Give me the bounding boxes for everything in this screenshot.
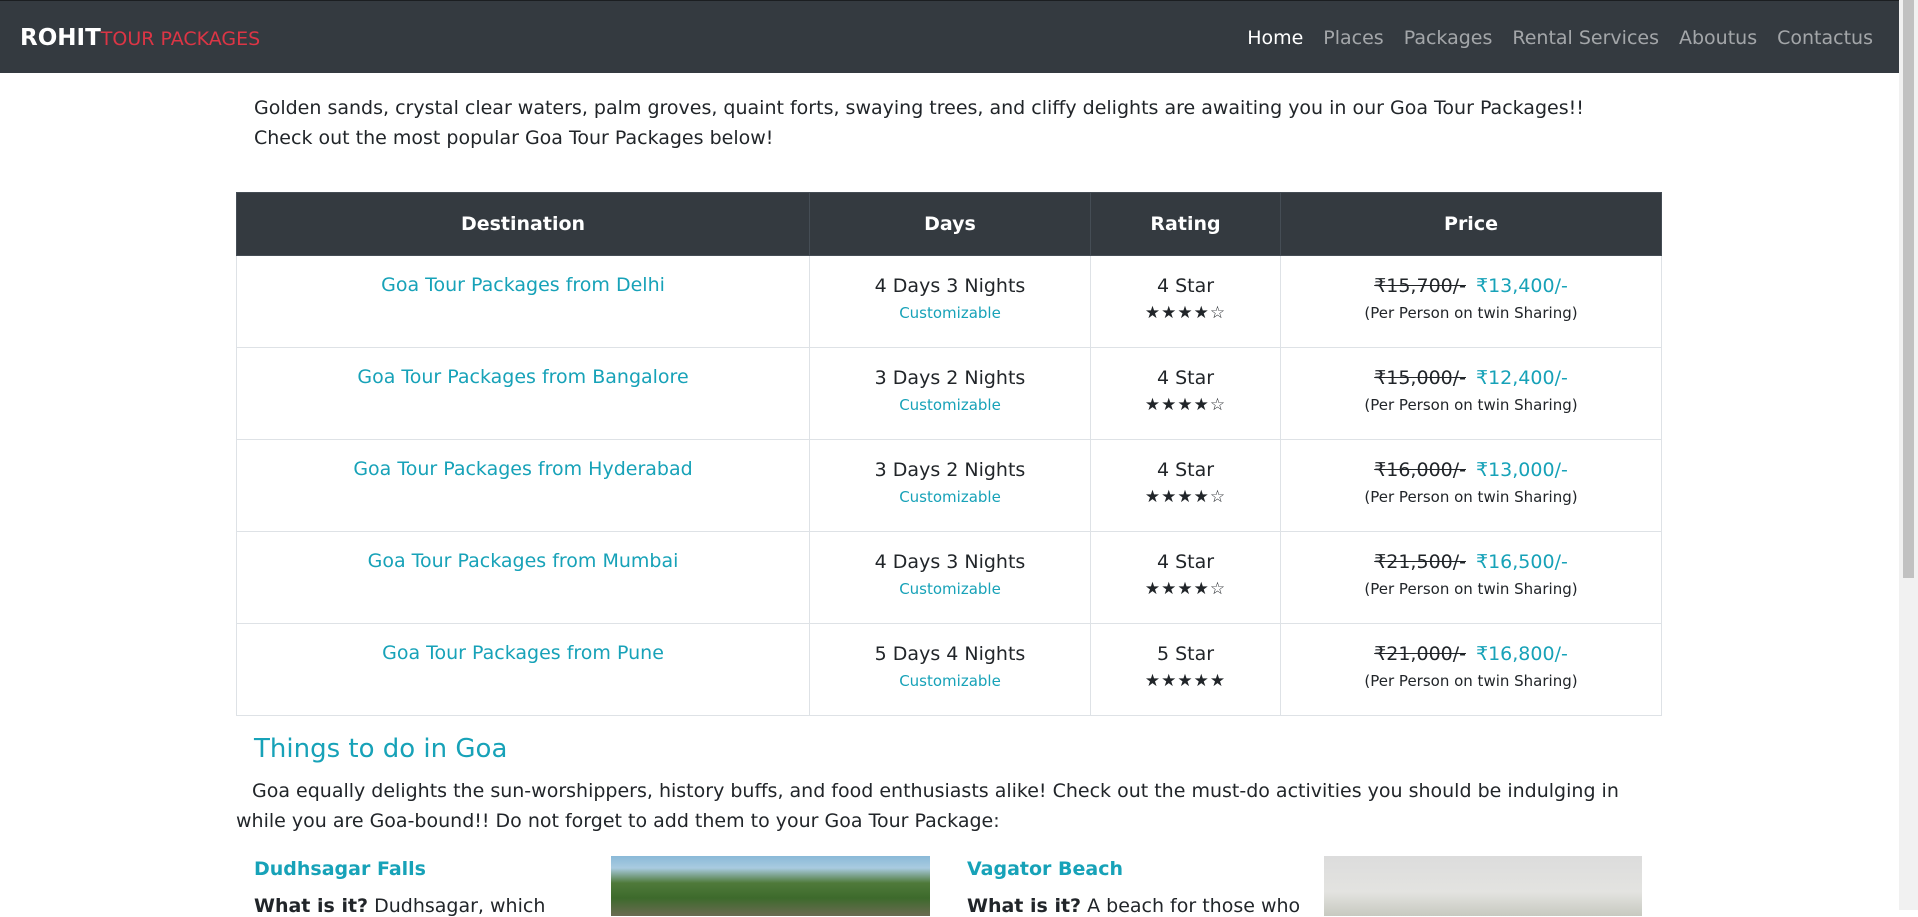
price-note: (Per Person on twin Sharing) <box>1364 396 1578 414</box>
price-cell: ₹21,500/- ₹16,500/- (Per Person on twin Sh… <box>1280 531 1662 624</box>
days-text: 4 Days 3 Nights <box>874 275 1026 297</box>
destination-link[interactable]: Goa Tour Packages from Pune <box>382 642 664 664</box>
rating-text: 4 Star <box>1156 551 1215 573</box>
table-row: Goa Tour Packages from Hyderabad 3 Days … <box>236 439 1662 532</box>
rating-text: 4 Star <box>1156 275 1215 297</box>
table-row: Goa Tour Packages from Pune 5 Days 4 Nig… <box>236 623 1662 716</box>
nav-rental-services[interactable]: Rental Services <box>1512 27 1659 49</box>
table-row: Goa Tour Packages from Mumbai 4 Days 3 N… <box>236 531 1662 624</box>
page-scrollbar[interactable] <box>1899 0 1918 910</box>
new-price: ₹13,000/- <box>1476 459 1568 481</box>
card-title-vagator[interactable]: Vagator Beach <box>967 858 1123 880</box>
card-text-dudhsagar: What is it? Dudhsagar, which <box>254 895 545 917</box>
brand-main: ROHIT <box>20 25 101 51</box>
nav-home[interactable]: Home <box>1247 27 1303 49</box>
table-row: Goa Tour Packages from Bangalore 3 Days … <box>236 347 1662 440</box>
customizable-link[interactable]: Customizable <box>810 671 1090 691</box>
old-price: ₹21,500/- <box>1374 551 1466 573</box>
card-label: What is it? <box>254 895 369 917</box>
section-title: Things to do in Goa <box>254 734 508 764</box>
nav-aboutus[interactable]: Aboutus <box>1679 27 1757 49</box>
card-desc: Dudhsagar, which <box>368 895 546 917</box>
days-cell: 4 Days 3 Nights Customizable <box>809 255 1091 348</box>
destination-cell: Goa Tour Packages from Pune <box>236 623 810 716</box>
nav-packages[interactable]: Packages <box>1404 27 1493 49</box>
nav-places[interactable]: Places <box>1323 27 1383 49</box>
old-price: ₹15,700/- <box>1374 275 1466 297</box>
customizable-link[interactable]: Customizable <box>810 579 1090 599</box>
star-rating-icon: ★★★★☆ <box>1144 303 1227 323</box>
intro-text: Golden sands, crystal clear waters, palm… <box>254 97 1584 149</box>
destination-cell: Goa Tour Packages from Bangalore <box>236 347 810 440</box>
customizable-link[interactable]: Customizable <box>810 487 1090 507</box>
nav-contactus[interactable]: Contactus <box>1777 27 1873 49</box>
price-cell: ₹16,000/- ₹13,000/- (Per Person on twin Sh… <box>1280 439 1662 532</box>
rating-cell: 5 Star ★★★★★ <box>1090 623 1281 716</box>
star-rating-icon: ★★★★★ <box>1144 671 1227 691</box>
old-price: ₹21,000/- <box>1374 643 1466 665</box>
card-desc: A beach for those who <box>1081 895 1301 917</box>
card-title-dudhsagar[interactable]: Dudhsagar Falls <box>254 858 426 880</box>
new-price: ₹12,400/- <box>1476 367 1568 389</box>
star-rating-icon: ★★★★☆ <box>1144 395 1227 415</box>
table-header-row: Destination Days Rating Price <box>236 192 1662 256</box>
brand-sub: TOUR PACKAGES <box>100 28 261 50</box>
days-cell: 5 Days 4 Nights Customizable <box>809 623 1091 716</box>
vagator-beach-image <box>1324 856 1642 916</box>
header-destination: Destination <box>236 192 810 256</box>
price-cell: ₹21,000/- ₹16,800/- (Per Person on twin Sh… <box>1280 623 1662 716</box>
brand-logo[interactable]: ROHITTOUR PACKAGES <box>20 25 260 51</box>
days-cell: 3 Days 2 Nights Customizable <box>809 347 1091 440</box>
nav-menu: Home Places Packages Rental Services Abo… <box>1227 27 1873 49</box>
packages-table: Destination Days Rating Price Goa Tour P… <box>236 192 1662 716</box>
old-price: ₹16,000/- <box>1374 459 1466 481</box>
customizable-link[interactable]: Customizable <box>810 395 1090 415</box>
price-note: (Per Person on twin Sharing) <box>1364 672 1578 690</box>
destination-cell: Goa Tour Packages from Delhi <box>236 255 810 348</box>
days-text: 5 Days 4 Nights <box>874 643 1026 665</box>
destination-link[interactable]: Goa Tour Packages from Bangalore <box>357 366 688 388</box>
rating-cell: 4 Star ★★★★☆ <box>1090 531 1281 624</box>
rating-text: 4 Star <box>1156 367 1215 389</box>
table-row: Goa Tour Packages from Delhi 4 Days 3 Ni… <box>236 255 1662 348</box>
new-price: ₹13,400/- <box>1476 275 1568 297</box>
rating-cell: 4 Star ★★★★☆ <box>1090 255 1281 348</box>
new-price: ₹16,500/- <box>1476 551 1568 573</box>
days-cell: 3 Days 2 Nights Customizable <box>809 439 1091 532</box>
rating-text: 4 Star <box>1156 459 1215 481</box>
destination-cell: Goa Tour Packages from Mumbai <box>236 531 810 624</box>
card-text-vagator: What is it? A beach for those who <box>967 895 1300 917</box>
new-price: ₹16,800/- <box>1476 643 1568 665</box>
header-price: Price <box>1280 192 1662 256</box>
star-rating-icon: ★★★★☆ <box>1144 487 1227 507</box>
price-note: (Per Person on twin Sharing) <box>1364 304 1578 322</box>
rating-cell: 4 Star ★★★★☆ <box>1090 347 1281 440</box>
old-price: ₹15,000/- <box>1374 367 1466 389</box>
customizable-link[interactable]: Customizable <box>810 303 1090 323</box>
scrollbar-thumb[interactable] <box>1903 0 1914 578</box>
rating-text: 5 Star <box>1156 643 1215 665</box>
rating-cell: 4 Star ★★★★☆ <box>1090 439 1281 532</box>
destination-link[interactable]: Goa Tour Packages from Mumbai <box>368 550 679 572</box>
card-label: What is it? <box>967 895 1082 917</box>
price-cell: ₹15,700/- ₹13,400/- (Per Person on twin Sh… <box>1280 255 1662 348</box>
days-text: 3 Days 2 Nights <box>874 367 1026 389</box>
header-days: Days <box>809 192 1091 256</box>
destination-link[interactable]: Goa Tour Packages from Hyderabad <box>353 458 692 480</box>
header-rating: Rating <box>1090 192 1281 256</box>
section-text: Goa equally delights the sun-worshippers… <box>236 780 1619 832</box>
destination-cell: Goa Tour Packages from Hyderabad <box>236 439 810 532</box>
days-text: 4 Days 3 Nights <box>874 551 1026 573</box>
days-cell: 4 Days 3 Nights Customizable <box>809 531 1091 624</box>
price-note: (Per Person on twin Sharing) <box>1364 580 1578 598</box>
destination-link[interactable]: Goa Tour Packages from Delhi <box>381 274 665 296</box>
dudhsagar-falls-image <box>611 856 930 916</box>
price-cell: ₹15,000/- ₹12,400/- (Per Person on twin Sh… <box>1280 347 1662 440</box>
price-note: (Per Person on twin Sharing) <box>1364 488 1578 506</box>
days-text: 3 Days 2 Nights <box>874 459 1026 481</box>
navbar: ROHITTOUR PACKAGES Home Places Packages … <box>0 0 1899 73</box>
star-rating-icon: ★★★★☆ <box>1144 579 1227 599</box>
